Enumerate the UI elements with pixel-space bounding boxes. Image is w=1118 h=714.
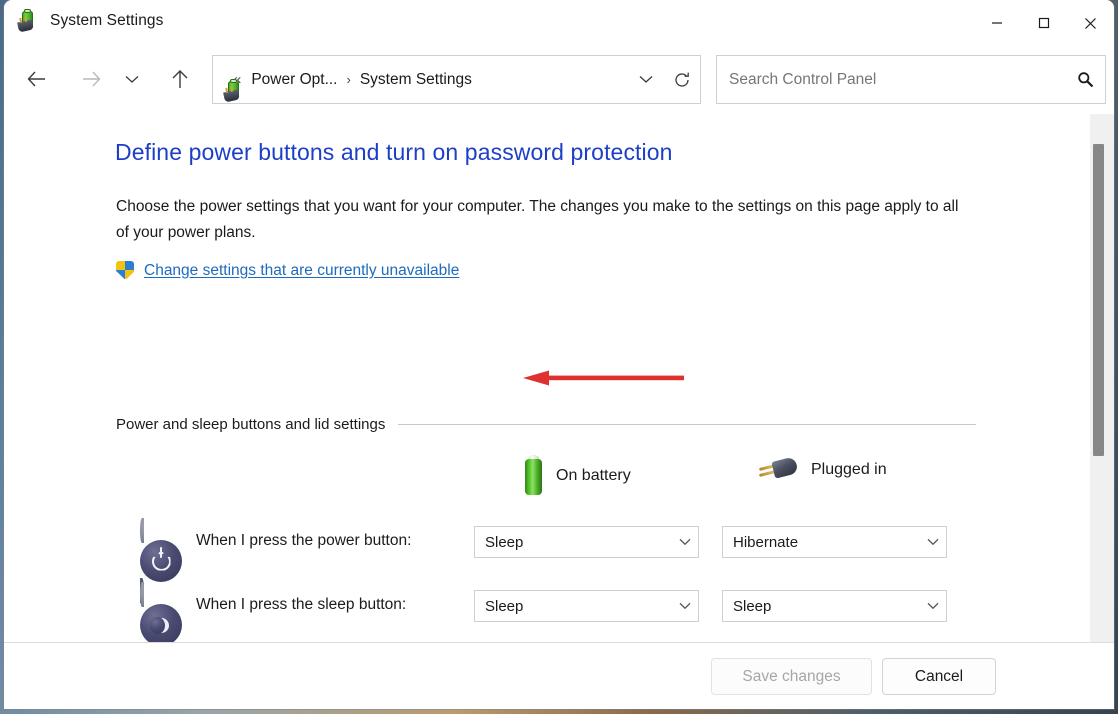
system-settings-window: System Settings — [4, 0, 1114, 709]
forward-button[interactable] — [72, 60, 110, 98]
battery-plug-icon — [18, 10, 40, 32]
breadcrumb-item-system-settings[interactable]: System Settings — [355, 67, 477, 93]
row-label: When I press the sleep button: — [196, 596, 406, 614]
vertical-scrollbar[interactable] — [1090, 114, 1114, 642]
battery-icon — [521, 455, 545, 497]
page-description: Choose the power settings that you want … — [116, 194, 964, 246]
power-button-plugged-in-select[interactable]: Hibernate — [722, 526, 947, 558]
select-value: Sleep — [723, 598, 920, 615]
save-changes-button[interactable]: Save changes — [711, 658, 872, 695]
back-button[interactable] — [18, 60, 56, 98]
select-value: Hibernate — [723, 534, 920, 551]
column-header-on-battery: On battery — [521, 455, 631, 497]
annotation-red-arrow — [523, 370, 684, 386]
window-title: System Settings — [50, 12, 164, 30]
address-bar[interactable]: « Power Opt... › System Settings — [212, 55, 701, 104]
select-value: Sleep — [475, 534, 672, 551]
breadcrumb-separator[interactable]: › — [343, 72, 355, 87]
sleep-button-on-battery-select[interactable]: Sleep — [474, 590, 699, 622]
chevron-down-icon[interactable] — [628, 57, 664, 102]
column-header-label: Plugged in — [811, 461, 887, 479]
search-input[interactable] — [717, 70, 1065, 90]
breadcrumb-item-power-options[interactable]: Power Opt... — [246, 67, 342, 93]
change-settings-link-label: Change settings that are currently unava… — [144, 262, 459, 280]
title-bar: System Settings — [4, 0, 1114, 46]
page-title: Define power buttons and turn on passwor… — [115, 139, 673, 166]
content-area: Define power buttons and turn on passwor… — [4, 114, 1114, 642]
change-settings-link[interactable]: Change settings that are currently unava… — [116, 261, 459, 280]
search-icon[interactable] — [1065, 71, 1105, 88]
chevron-down-icon — [672, 602, 698, 610]
maximize-button[interactable] — [1020, 0, 1067, 46]
chevron-down-icon — [920, 602, 946, 610]
window-title-group: System Settings — [18, 10, 164, 32]
section-label: Power and sleep buttons and lid settings — [116, 416, 385, 433]
row-label: When I press the power button: — [196, 532, 411, 550]
refresh-icon[interactable] — [664, 57, 700, 102]
chevron-down-icon — [672, 538, 698, 546]
column-header-label: On battery — [556, 467, 631, 485]
power-button-icon — [140, 522, 182, 564]
power-button-on-battery-select[interactable]: Sleep — [474, 526, 699, 558]
minimize-button[interactable] — [973, 0, 1020, 46]
up-button[interactable] — [161, 60, 199, 98]
recent-locations-button[interactable] — [118, 60, 146, 98]
section-divider — [398, 424, 976, 425]
scrollbar-thumb[interactable] — [1093, 144, 1104, 456]
section-power-and-sleep: Power and sleep buttons and lid settings — [116, 416, 976, 433]
dialog-footer: Save changes Cancel — [4, 642, 1114, 709]
sleep-button-icon — [140, 586, 182, 628]
chevron-down-icon — [920, 538, 946, 546]
search-control-panel-box[interactable] — [716, 55, 1106, 104]
settings-pane: Define power buttons and turn on passwor… — [4, 114, 1086, 642]
uac-shield-icon — [116, 261, 135, 280]
navigation-bar: « Power Opt... › System Settings — [4, 46, 1114, 114]
sleep-button-plugged-in-select[interactable]: Sleep — [722, 590, 947, 622]
column-header-plugged-in: Plugged in — [756, 455, 887, 485]
cancel-button[interactable]: Cancel — [882, 658, 996, 695]
power-plug-icon — [756, 455, 800, 485]
close-button[interactable] — [1067, 0, 1114, 46]
caption-buttons — [973, 0, 1114, 46]
select-value: Sleep — [475, 598, 672, 615]
